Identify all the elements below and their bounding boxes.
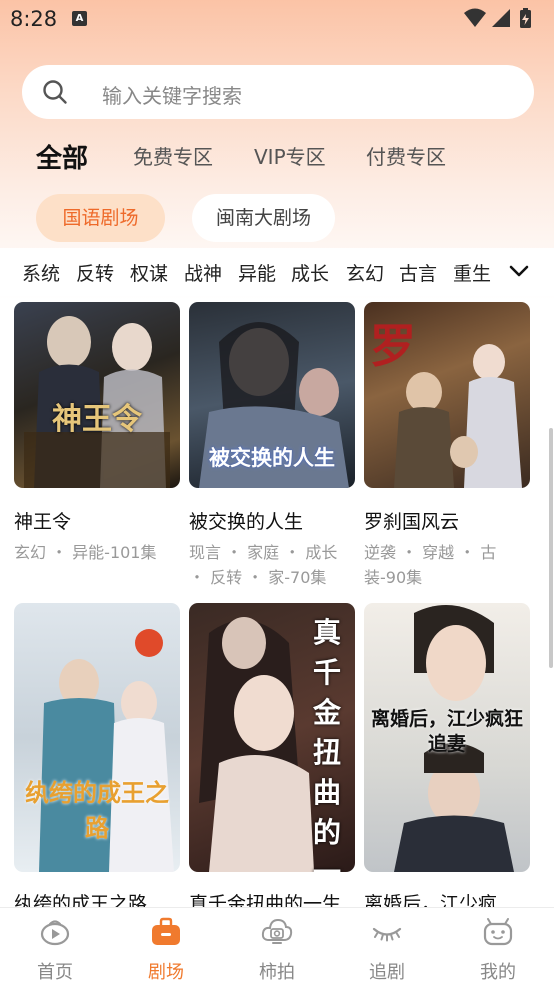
genre-item[interactable]: 玄幻	[346, 259, 384, 286]
genre-item[interactable]: 异能	[238, 259, 276, 286]
wifi-icon	[464, 8, 486, 27]
battery-icon	[520, 8, 531, 28]
search-icon	[43, 80, 67, 104]
genre-item[interactable]: 系统	[22, 259, 60, 286]
drama-meta: 逆袭 ・ 穿越 ・ 古装-90集	[364, 543, 497, 587]
chip-mandarin-theater[interactable]: 国语剧场	[36, 194, 165, 242]
tab-paid[interactable]: 付费专区	[366, 141, 446, 170]
poster-image[interactable]: 神王令	[14, 302, 180, 488]
nav-home[interactable]: 首页	[10, 908, 100, 985]
poster-title: 神王令	[52, 402, 142, 437]
drama-title[interactable]: 罗刹国风云	[364, 507, 459, 534]
poster-image[interactable]: 真千金扭曲的一生	[189, 603, 355, 872]
nav-theater[interactable]: 剧场	[121, 908, 211, 985]
genre-item[interactable]: 成长	[291, 259, 329, 286]
nav-label: 追剧	[369, 962, 405, 983]
play-cloud-icon	[40, 920, 70, 946]
nav-label: 柿拍	[259, 962, 295, 983]
svg-text:罗: 罗	[370, 319, 416, 373]
scrollbar[interactable]	[549, 428, 553, 668]
nav-label: 首页	[37, 962, 73, 983]
drama-meta: 玄幻 ・ 异能-101集	[14, 543, 157, 562]
nav-shoot[interactable]: 柿拍	[232, 908, 322, 985]
nav-label: 我的	[480, 962, 516, 983]
nav-follow[interactable]: 追剧	[342, 908, 432, 985]
chip-minnan-theater[interactable]: 闽南大剧场	[192, 194, 335, 242]
drama-meta: 现言 ・ 家庭 ・ 成长 ・ 反转 ・ 家-70集	[189, 543, 338, 587]
status-icons	[462, 7, 542, 29]
chevron-down-icon[interactable]	[508, 262, 530, 280]
genre-item[interactable]: 权谋	[130, 259, 168, 286]
briefcase-icon	[152, 917, 180, 945]
status-bar: 8:28 A	[0, 0, 554, 40]
genre-item[interactable]: 反转	[76, 259, 114, 286]
genre-filter-row: 系统 反转 权谋 战神 异能 成长 玄幻 古言 重生	[0, 248, 554, 296]
genre-item[interactable]: 重生	[453, 259, 491, 286]
drama-title[interactable]: 被交换的人生	[189, 507, 303, 534]
search-input[interactable]: 输入关键字搜索	[22, 65, 534, 119]
tab-all[interactable]: 全部	[36, 138, 88, 175]
poster-image[interactable]: 罗	[364, 302, 530, 488]
nav-mine[interactable]: 我的	[453, 908, 543, 985]
search-placeholder: 输入关键字搜索	[102, 84, 242, 108]
status-time: 8:28	[10, 7, 58, 31]
nav-label: 剧场	[148, 962, 184, 983]
tab-vip[interactable]: VIP专区	[254, 141, 326, 170]
genre-item[interactable]: 古言	[399, 259, 437, 286]
poster-title: 被交换的人生	[209, 446, 335, 470]
drama-title[interactable]: 神王令	[14, 507, 71, 534]
notification-icon: A	[72, 11, 87, 26]
robot-face-icon	[483, 918, 513, 946]
poster-title: 离婚后，江少疯狂追妻	[370, 708, 523, 755]
tab-free[interactable]: 免费专区	[133, 141, 213, 170]
poster-title: 真千金扭曲的一生	[312, 616, 341, 872]
signal-icon	[492, 9, 510, 27]
bottom-nav: 首页 剧场 柿拍 追剧 我的	[0, 907, 554, 985]
camera-cloud-icon	[261, 918, 293, 944]
poster-image[interactable]: 离婚后，江少疯狂追妻	[364, 603, 530, 872]
poster-title: 纨绔的成王之路	[25, 779, 169, 842]
poster-image[interactable]: 被交换的人生	[189, 302, 355, 488]
poster-image[interactable]: 纨绔的成王之路	[14, 603, 180, 872]
eye-lashes-icon	[372, 927, 402, 942]
genre-item[interactable]: 战神	[184, 259, 222, 286]
